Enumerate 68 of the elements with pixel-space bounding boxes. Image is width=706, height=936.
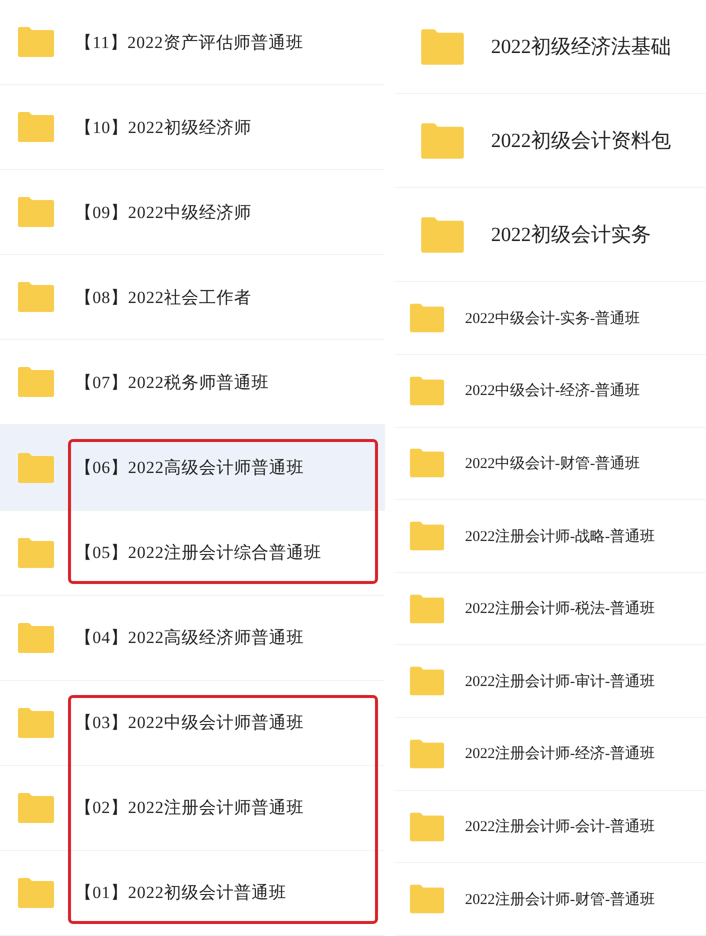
- folder-name: 2022初级会计资料包: [491, 129, 671, 154]
- folder-name: 【01】2022初级会计普通班: [75, 882, 286, 904]
- folder-name: 【07】2022税务师普通班: [75, 372, 269, 394]
- folder-icon: [17, 196, 55, 228]
- folder-row[interactable]: 2022注册会计师-财管-普通班: [395, 863, 706, 936]
- folder-icon: [409, 810, 445, 843]
- folder-icon: [17, 876, 55, 909]
- folder-name: 2022初级经济法基础: [491, 35, 671, 60]
- folder-name: 【08】2022社会工作者: [75, 286, 252, 309]
- folder-row[interactable]: 2022注册会计师-审计-普通班: [395, 645, 706, 718]
- folder-row[interactable]: 2022注册会计师-战略-普通班: [395, 500, 706, 573]
- folder-name: 2022注册会计师-经济-普通班: [465, 744, 655, 764]
- folder-name: 【05】2022注册会计综合普通班: [75, 542, 322, 564]
- folder-name: 2022注册会计师-会计-普通班: [465, 817, 655, 836]
- folder-icon: [17, 281, 55, 314]
- folder-icon: [409, 592, 445, 625]
- folder-icon: [17, 622, 55, 654]
- folder-icon: [420, 26, 465, 67]
- folder-row[interactable]: 【05】2022注册会计综合普通班: [0, 510, 385, 596]
- folder-icon: [409, 302, 445, 334]
- folder-row[interactable]: 【08】2022社会工作者: [0, 255, 385, 340]
- folder-name: 【02】2022注册会计师普通班: [75, 797, 304, 820]
- folder-name: 【03】2022中级会计师普通班: [75, 712, 304, 734]
- folder-icon: [409, 883, 445, 916]
- folder-icon: [17, 26, 55, 58]
- folder-icon: [17, 536, 55, 569]
- folder-row[interactable]: 2022初级经济法基础: [395, 0, 706, 94]
- folder-name: 2022中级会计-经济-普通班: [465, 381, 640, 400]
- folder-row[interactable]: 【03】2022中级会计师普通班: [0, 680, 385, 766]
- folder-icon: [17, 452, 55, 484]
- folder-row[interactable]: 【11】2022资产评估师普通班: [0, 0, 385, 86]
- folder-name: 2022注册会计师-战略-普通班: [465, 527, 655, 546]
- folder-row[interactable]: 【06】2022高级会计师普通班: [0, 425, 385, 511]
- folder-row[interactable]: 2022初级会计实务: [395, 188, 706, 282]
- folder-row[interactable]: 【04】2022高级经济师普通班: [0, 596, 385, 681]
- folder-name: 2022注册会计师-审计-普通班: [465, 672, 655, 691]
- folder-name: 【06】2022高级会计师普通班: [75, 457, 304, 479]
- folder-row[interactable]: 2022中级会计-经济-普通班: [395, 354, 706, 428]
- folder-name: 2022中级会计-实务-普通班: [465, 309, 640, 328]
- folder-icon: [409, 520, 445, 552]
- folder-row[interactable]: 2022注册会计师-经济-普通班: [395, 718, 706, 791]
- folder-icon: [420, 120, 465, 161]
- folder-icon: [17, 792, 55, 824]
- folder-row[interactable]: 2022中级会计-财管-普通班: [395, 428, 706, 500]
- folder-row[interactable]: 2022中级会计-实务-普通班: [395, 282, 706, 355]
- folder-icon: [17, 706, 55, 739]
- folder-row[interactable]: 【02】2022注册会计师普通班: [0, 766, 385, 851]
- folder-icon: [420, 214, 465, 255]
- folder-name: 2022注册会计师-财管-普通班: [465, 890, 655, 909]
- folder-name: 【09】2022中级经济师: [75, 202, 252, 224]
- folder-name: 【11】2022资产评估师普通班: [75, 32, 304, 54]
- folder-icon: [409, 447, 445, 480]
- folder-name: 2022注册会计师-税法-普通班: [465, 599, 655, 618]
- folder-name: 【10】2022初级经济师: [75, 116, 252, 139]
- folder-name: 2022初级会计实务: [491, 223, 651, 248]
- folder-icon: [409, 738, 445, 770]
- folder-row[interactable]: 2022注册会计师-税法-普通班: [395, 572, 706, 646]
- folder-row[interactable]: 2022注册会计师-会计-普通班: [395, 790, 706, 864]
- folder-icon: [17, 111, 55, 144]
- folder-icon: [17, 366, 55, 398]
- folder-row[interactable]: 【10】2022初级经济师: [0, 85, 385, 170]
- folder-name: 【04】2022高级经济师普通班: [75, 627, 304, 650]
- folder-row[interactable]: 【09】2022中级经济师: [0, 170, 385, 256]
- folder-row[interactable]: 【01】2022初级会计普通班: [0, 850, 385, 936]
- folder-name: 2022中级会计-财管-普通班: [465, 454, 640, 473]
- folder-icon: [409, 665, 445, 698]
- folder-row[interactable]: 2022初级会计资料包: [395, 94, 706, 188]
- folder-icon: [409, 374, 445, 407]
